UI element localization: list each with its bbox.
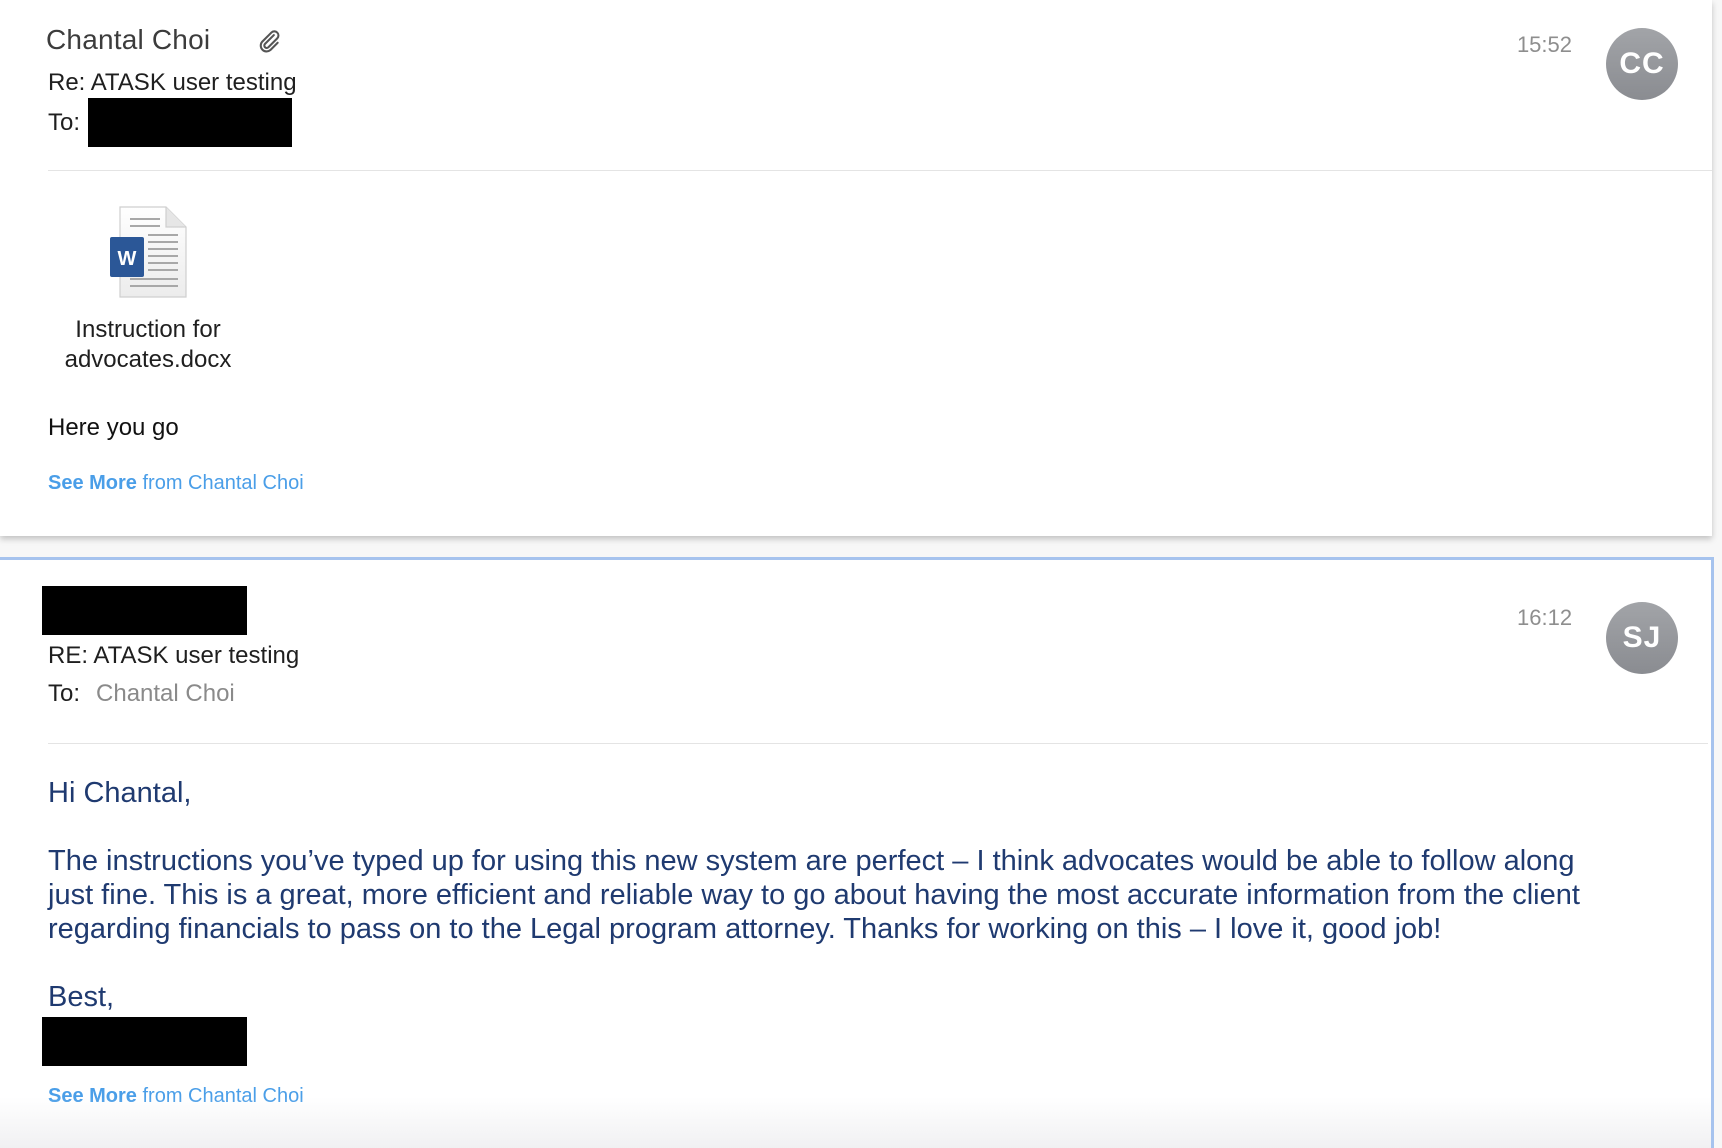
see-more-bold: See More xyxy=(48,472,137,494)
message-body: Here you go xyxy=(48,414,179,441)
to-label: To: xyxy=(48,680,81,707)
subject-line: RE: ATASK user testing xyxy=(48,642,300,669)
message-card-2[interactable]: RE: ATASK user testing To: Chantal Choi … xyxy=(0,557,1714,1148)
paragraph-line: just fine. This is a great, more efficie… xyxy=(48,879,1580,911)
see-more-from: from Chantal Choi xyxy=(136,472,304,494)
word-badge-letter: W xyxy=(118,248,137,270)
recipient-name[interactable]: Chantal Choi xyxy=(96,680,235,708)
avatar[interactable]: CC xyxy=(1606,28,1678,100)
redacted-signature xyxy=(42,1017,247,1066)
message-time: 16:12 xyxy=(1517,605,1573,630)
to-label: To: xyxy=(48,108,81,136)
attachment-filename-line2: advocates.docx xyxy=(64,346,232,373)
attachment[interactable]: W Instruction for advocates.docx xyxy=(56,205,240,375)
paperclip-icon xyxy=(259,30,280,53)
redacted-recipient xyxy=(88,98,293,147)
header-divider xyxy=(48,170,1712,171)
message-card-1[interactable]: Chantal Choi Re: ATASK user testing To: … xyxy=(0,0,1712,536)
mail-conversation: Chantal Choi Re: ATASK user testing To: … xyxy=(0,0,1722,1148)
message-paragraph: The instructions you’ve typed up for usi… xyxy=(48,844,1678,946)
attachment-filename-line1: Instruction for xyxy=(75,316,221,343)
avatar[interactable]: SJ xyxy=(1606,602,1678,674)
paragraph-line: regarding financials to pass on to the L… xyxy=(48,913,1442,945)
paragraph-line: The instructions you’ve typed up for usi… xyxy=(48,845,1575,877)
attachment-filename[interactable]: Instruction for advocates.docx xyxy=(56,315,240,375)
signoff: Best, xyxy=(48,981,115,1013)
subject-line: Re: ATASK user testing xyxy=(48,69,297,96)
word-document-icon[interactable]: W xyxy=(108,205,188,299)
recipient-row: To: Chantal Choi xyxy=(48,680,235,708)
recipient-row: To: xyxy=(48,98,293,147)
message-time: 15:52 xyxy=(1516,32,1572,57)
header-divider xyxy=(48,743,1708,744)
sender-name[interactable]: Chantal Choi xyxy=(46,24,210,56)
redacted-sender xyxy=(42,586,247,635)
greeting: Hi Chantal, xyxy=(48,777,192,809)
see-more-link[interactable]: See More from Chantal Choi xyxy=(48,472,304,495)
bottom-fade xyxy=(0,1097,1711,1148)
